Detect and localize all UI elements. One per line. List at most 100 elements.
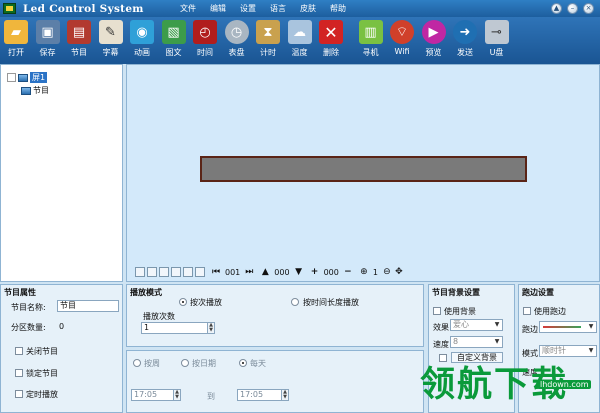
menu-help[interactable]: 帮助 — [323, 3, 353, 14]
speed-value: 8 — [453, 337, 459, 346]
use-background-checkbox[interactable] — [433, 307, 441, 315]
effect-label: 效果 — [433, 323, 449, 332]
send-icon: ➜ — [453, 20, 477, 44]
speed-select[interactable]: 8 ▼ — [450, 336, 503, 348]
tree-program-label: 节目 — [33, 86, 49, 95]
time-button[interactable]: ◴ 时间 — [190, 17, 220, 64]
program-name-input[interactable]: 节目 — [57, 300, 119, 312]
zoom-out-icon[interactable]: ⊖ — [382, 267, 392, 277]
play-count-label: 播放次数 — [143, 312, 175, 321]
layout-3-icon[interactable] — [159, 267, 169, 277]
down-arrow-icon[interactable]: ▼ — [294, 267, 304, 277]
last-page-icon[interactable]: ⏭ — [244, 267, 254, 277]
weekly-radio[interactable] — [133, 359, 141, 367]
subtitle-icon: ✎ — [98, 20, 123, 44]
start-time-input[interactable]: 17:05 ▲ ▼ — [131, 389, 181, 401]
close-program-label: 关闭节目 — [26, 347, 58, 356]
editor-canvas[interactable]: ⏮ 001 ⏭ ▲ 000 ▼ + 000 − ⊕ 1 ⊖ ✥ — [126, 64, 600, 282]
layout-6-icon[interactable] — [195, 267, 205, 277]
weekly-label: 按周 — [144, 359, 160, 368]
menu-language[interactable]: 语言 — [263, 3, 293, 14]
play-mode-title: 播放模式 — [130, 288, 162, 297]
spinner-icon[interactable]: ▲ ▼ — [173, 390, 180, 400]
screen-icon — [18, 73, 28, 82]
subtitle-button[interactable]: ✎ 字幕 — [96, 17, 126, 64]
menu-skin[interactable]: 皮肤 — [293, 3, 323, 14]
animation-button[interactable]: ◉ 动画 — [127, 17, 157, 64]
menu-file[interactable]: 文件 — [173, 3, 203, 14]
border-settings-title: 跑边设置 — [522, 288, 554, 297]
menu-settings[interactable]: 设置 — [233, 3, 263, 14]
chevron-down-icon: ▼ — [494, 338, 500, 345]
hourglass-icon: ⧗ — [256, 20, 280, 44]
use-border-checkbox[interactable] — [523, 307, 531, 315]
first-page-icon[interactable]: ⏮ — [211, 267, 221, 277]
app-title: Led Control System — [23, 2, 144, 15]
open-button[interactable]: ▰ 打开 — [1, 17, 31, 64]
program-button[interactable]: ▤ 节目 — [64, 17, 94, 64]
tree-program-row[interactable]: 节目 — [1, 84, 122, 97]
by-count-radio[interactable] — [179, 298, 187, 306]
delete-button[interactable]: ✕ 删除 — [316, 17, 346, 64]
menu-arrow-icon[interactable]: ▲ — [551, 3, 562, 14]
timer-button[interactable]: ⧗ 计时 — [253, 17, 283, 64]
wifi-button[interactable]: ⌔ Wifi — [387, 17, 417, 64]
end-time-input[interactable]: 17:05 ▲ ▼ — [237, 389, 289, 401]
dial-icon: ◷ — [224, 20, 249, 44]
zoom-level: 1 — [372, 267, 378, 277]
daily-radio[interactable] — [239, 359, 247, 367]
by-date-radio[interactable] — [181, 359, 189, 367]
effect-select[interactable]: 爱心 ▼ — [450, 319, 503, 331]
program-icon: ▤ — [67, 20, 91, 44]
tree-screen-row[interactable]: 屏1 — [1, 71, 122, 84]
layout-4-icon[interactable] — [171, 267, 181, 277]
add-icon[interactable]: + — [310, 267, 320, 277]
up-arrow-icon[interactable]: ▲ — [260, 267, 270, 277]
animation-icon: ◉ — [130, 20, 154, 44]
checkbox-icon[interactable] — [7, 73, 16, 82]
close-icon[interactable]: × — [583, 3, 594, 14]
border-style-select[interactable]: ▼ — [539, 321, 597, 333]
find-device-button[interactable]: ▥ 寻机 — [356, 17, 386, 64]
usb-button[interactable]: ⊸ U盘 — [482, 17, 512, 64]
image-text-button[interactable]: ▧ 图文 — [159, 17, 189, 64]
minimize-icon[interactable]: – — [567, 3, 578, 14]
temperature-button[interactable]: ☁ 温度 — [285, 17, 315, 64]
fit-screen-icon[interactable]: ✥ — [394, 267, 404, 277]
layout-1-icon[interactable] — [135, 267, 145, 277]
program-icon — [21, 86, 31, 95]
menu-edit[interactable]: 编辑 — [203, 3, 233, 14]
window-controls: ▲ – × — [551, 3, 594, 14]
temperature-icon: ☁ — [287, 20, 312, 44]
chevron-down-icon: ▼ — [588, 323, 594, 330]
spinner-icon[interactable]: ▲ ▼ — [207, 323, 214, 333]
zone-count-label: 分区数量: — [11, 323, 46, 332]
program-properties-panel: 节目属性 节目名称: 节目 分区数量: 0 关闭节目 锁定节目 定时播放 — [0, 284, 123, 413]
save-button[interactable]: ▣ 保存 — [33, 17, 63, 64]
border-pattern-swatch — [543, 326, 581, 328]
spinner-icon[interactable]: ▲ ▼ — [281, 390, 288, 400]
program-tree: 屏1 节目 — [0, 64, 123, 282]
layout-2-icon[interactable] — [147, 267, 157, 277]
zone-count-value: 0 — [59, 322, 65, 331]
send-button[interactable]: ➜ 发送 — [450, 17, 480, 64]
main-toolbar: ▰ 打开 ▣ 保存 ▤ 节目 ✎ 字幕 ◉ 动画 ▧ 图文 ◴ 时间 ◷ 表盘 ⧗ 计时 ☁ 温度 … — [0, 17, 600, 64]
close-program-checkbox[interactable] — [15, 347, 23, 355]
by-duration-radio[interactable] — [291, 298, 299, 306]
menu-bar: 文件 编辑 设置 语言 皮肤 帮助 — [173, 3, 353, 14]
zoom-in-icon[interactable]: ⊕ — [359, 267, 369, 277]
remove-icon[interactable]: − — [343, 267, 353, 277]
timed-play-checkbox[interactable] — [15, 390, 23, 398]
layout-5-icon[interactable] — [183, 267, 193, 277]
preview-button[interactable]: ▶ 预览 — [419, 17, 449, 64]
led-screen-preview[interactable] — [200, 156, 527, 182]
play-count-input[interactable]: 1 ▲ ▼ — [141, 322, 215, 334]
lock-program-checkbox[interactable] — [15, 369, 23, 377]
by-count-label: 按次播放 — [190, 298, 222, 307]
layer-number: 000 — [274, 267, 290, 277]
app-logo-icon — [3, 3, 16, 14]
by-date-label: 按日期 — [192, 359, 216, 368]
end-time-value: 17:05 — [240, 390, 264, 399]
dial-button[interactable]: ◷ 表盘 — [222, 17, 252, 64]
wifi-icon: ⌔ — [390, 20, 414, 44]
